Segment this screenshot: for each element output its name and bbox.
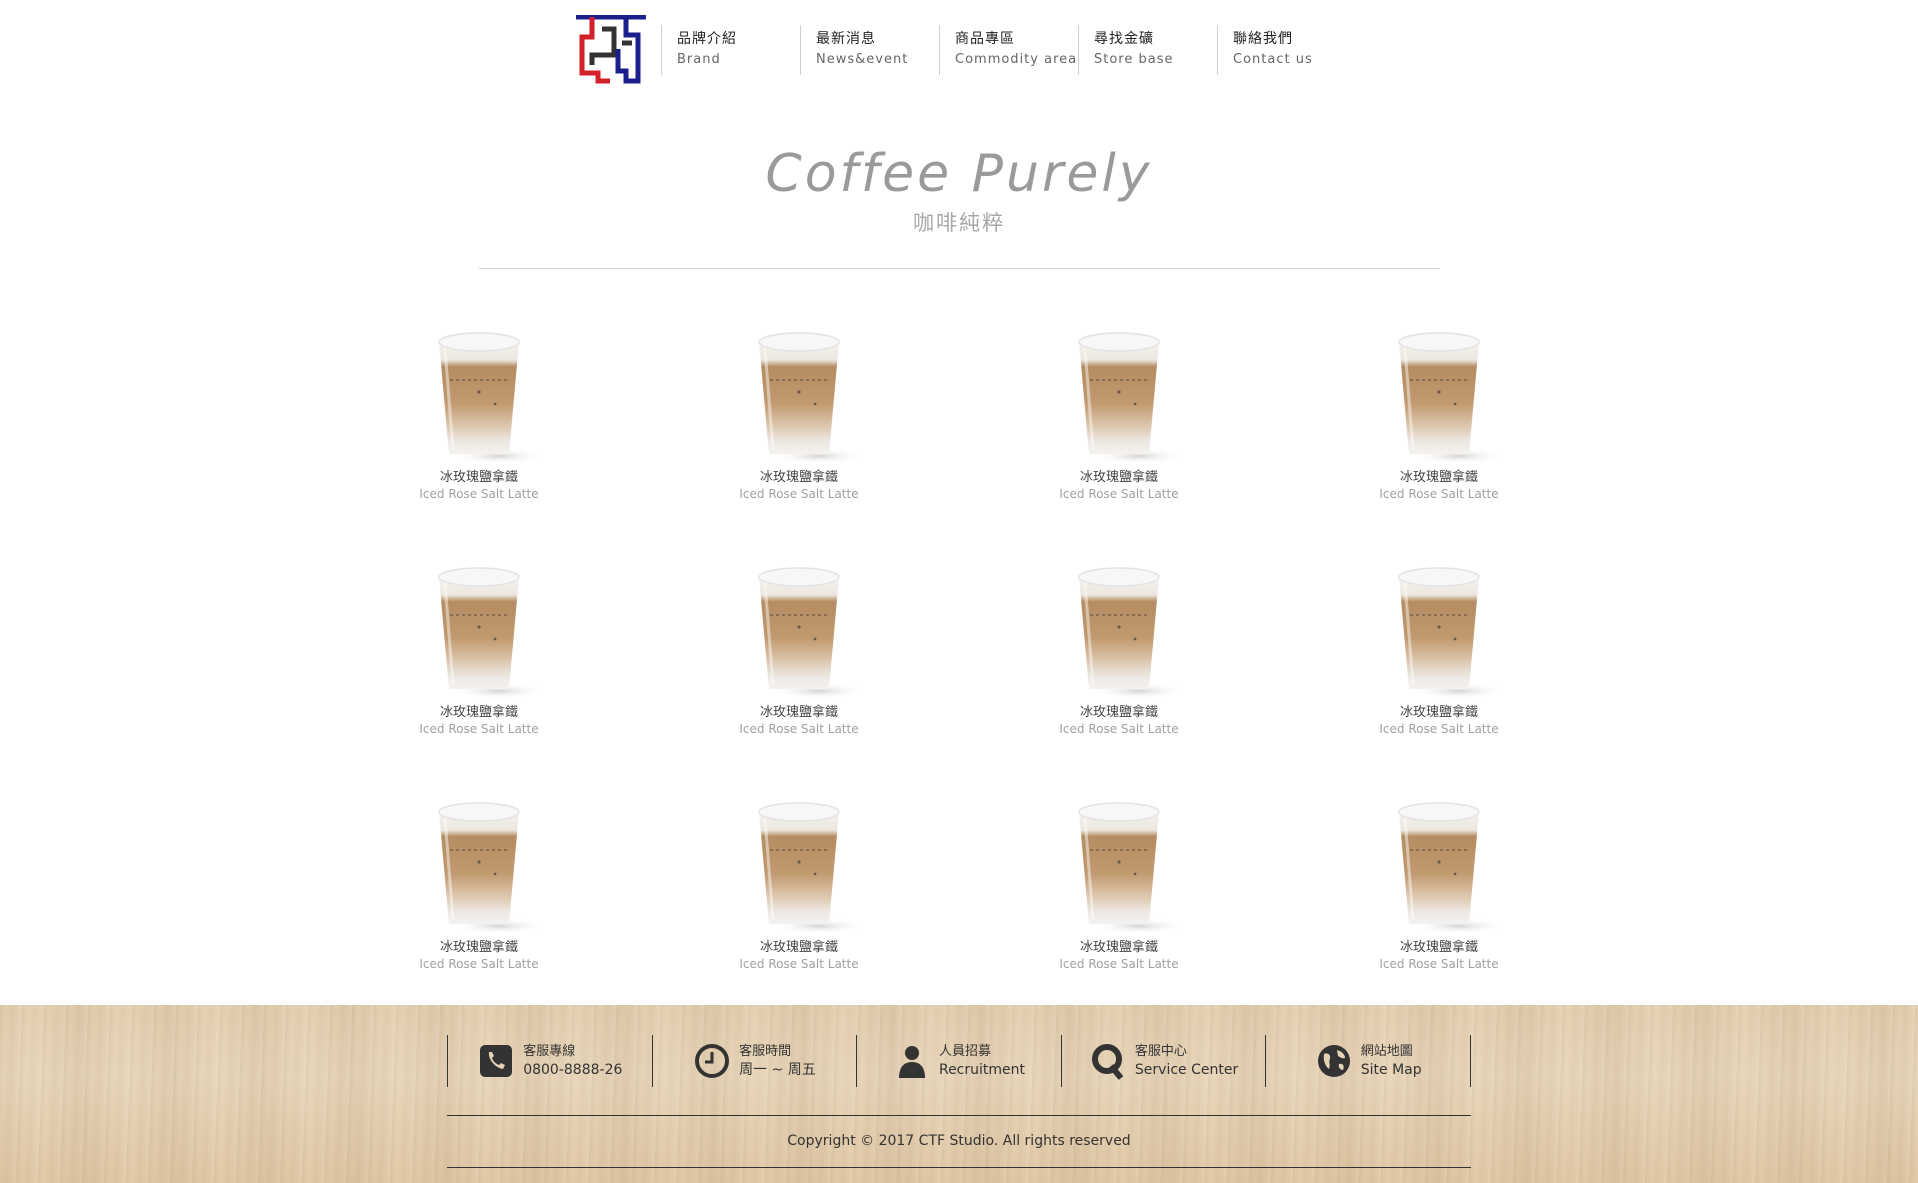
product-card[interactable]: 冰玫瑰鹽拿鐵 Iced Rose Salt Latte — [1039, 788, 1199, 971]
product-name-en: Iced Rose Salt Latte — [1059, 957, 1179, 971]
product-name-en: Iced Rose Salt Latte — [739, 487, 859, 501]
nav-label-en: Brand — [677, 52, 721, 67]
iced-latte-image — [1077, 566, 1189, 701]
product-card[interactable]: 冰玫瑰鹽拿鐵 Iced Rose Salt Latte — [1359, 318, 1519, 501]
product-name-en: Iced Rose Salt Latte — [1379, 487, 1499, 501]
nav-item-store[interactable]: 尋找金礦 Store base — [1078, 25, 1217, 75]
footer-divider — [447, 1115, 1471, 1116]
footer-label: 客服時間 — [739, 1043, 792, 1059]
iced-latte-image — [1077, 331, 1189, 466]
product-name-zh: 冰玫瑰鹽拿鐵 — [439, 470, 518, 485]
footer-item-sitemap[interactable]: 網站地圖 Site Map — [1265, 1035, 1470, 1087]
iced-latte-image — [1397, 566, 1509, 701]
product-name-en: Iced Rose Salt Latte — [739, 957, 859, 971]
footer-value: Recruitment — [938, 1061, 1025, 1078]
nav-label-en: Contact us — [1233, 52, 1313, 67]
product-name-zh: 冰玫瑰鹽拿鐵 — [1399, 940, 1478, 955]
nav-label-en: Store base — [1094, 52, 1174, 67]
product-card[interactable]: 冰玫瑰鹽拿鐵 Iced Rose Salt Latte — [1359, 788, 1519, 971]
iced-latte-image — [1397, 801, 1509, 936]
q-icon — [1091, 1044, 1124, 1080]
title-divider — [479, 268, 1440, 269]
product-name-en: Iced Rose Salt Latte — [1379, 722, 1499, 736]
product-name-zh: 冰玫瑰鹽拿鐵 — [1399, 470, 1478, 485]
iced-latte-image — [437, 566, 549, 701]
iced-latte-image — [437, 331, 549, 466]
ctf-logo-icon[interactable] — [576, 15, 648, 87]
site-footer: 客服專線 0800-8888-26 客服時間 周一 ~ 周五 人員招募 Recr… — [0, 1005, 1918, 1183]
footer-value: Site Map — [1360, 1061, 1422, 1078]
iced-latte-image — [437, 801, 549, 936]
footer-label: 網站地圖 — [1360, 1043, 1413, 1059]
footer-item-hotline[interactable]: 客服專線 0800-8888-26 — [447, 1035, 652, 1087]
product-name-zh: 冰玫瑰鹽拿鐵 — [759, 705, 838, 720]
nav-label-zh: 最新消息 — [816, 31, 876, 47]
nav-item-brand[interactable]: 品牌介紹 Brand — [661, 25, 800, 75]
product-name-zh: 冰玫瑰鹽拿鐵 — [759, 470, 838, 485]
person-icon — [898, 1046, 925, 1078]
product-card[interactable]: 冰玫瑰鹽拿鐵 Iced Rose Salt Latte — [399, 788, 559, 971]
section-title-block: Coffee Purely 咖啡純粹 — [0, 140, 1918, 238]
product-name-en: Iced Rose Salt Latte — [419, 487, 539, 501]
footer-label: 人員招募 — [938, 1043, 991, 1059]
product-card[interactable]: 冰玫瑰鹽拿鐵 Iced Rose Salt Latte — [719, 318, 879, 501]
footer-item-service[interactable]: 客服中心 Service Center — [1060, 1035, 1266, 1087]
nav-label-en: Commodity area — [955, 52, 1078, 67]
footer-links: 客服專線 0800-8888-26 客服時間 周一 ~ 周五 人員招募 Recr… — [447, 1035, 1471, 1087]
nav-label-zh: 聯絡我們 — [1233, 31, 1293, 47]
product-name-en: Iced Rose Salt Latte — [1059, 722, 1179, 736]
product-name-en: Iced Rose Salt Latte — [1059, 487, 1179, 501]
page-subtitle: 咖啡純粹 — [913, 211, 1005, 235]
nav-item-contact[interactable]: 聯絡我們 Contact us — [1217, 25, 1356, 75]
product-card[interactable]: 冰玫瑰鹽拿鐵 Iced Rose Salt Latte — [1359, 553, 1519, 736]
footer-label: 客服專線 — [523, 1043, 576, 1059]
iced-latte-image — [1077, 801, 1189, 936]
product-card[interactable]: 冰玫瑰鹽拿鐵 Iced Rose Salt Latte — [1039, 553, 1199, 736]
footer-value: 0800-8888-26 — [523, 1061, 623, 1078]
product-card[interactable]: 冰玫瑰鹽拿鐵 Iced Rose Salt Latte — [719, 788, 879, 971]
main-nav: 品牌介紹 Brand 最新消息 News&event 商品專區 Commodit… — [661, 25, 1356, 75]
footer-value: 周一 ~ 周五 — [739, 1061, 816, 1078]
product-name-en: Iced Rose Salt Latte — [739, 722, 859, 736]
footer-label: 客服中心 — [1134, 1043, 1187, 1059]
page-title: Coffee Purely — [765, 144, 1153, 204]
copyright-text: Copyright © 2017 CTF Studio. All rights … — [787, 1133, 1131, 1149]
site-header: 品牌介紹 Brand 最新消息 News&event 商品專區 Commodit… — [0, 0, 1918, 100]
product-name-zh: 冰玫瑰鹽拿鐵 — [759, 940, 838, 955]
footer-value: Service Center — [1134, 1061, 1239, 1078]
footer-item-recruitment[interactable]: 人員招募 Recruitment — [856, 1035, 1061, 1087]
nav-label-zh: 品牌介紹 — [677, 31, 737, 47]
clock-icon — [695, 1044, 730, 1078]
product-name-en: Iced Rose Salt Latte — [419, 957, 539, 971]
iced-latte-image — [757, 566, 869, 701]
product-card[interactable]: 冰玫瑰鹽拿鐵 Iced Rose Salt Latte — [719, 553, 879, 736]
product-name-zh: 冰玫瑰鹽拿鐵 — [1079, 470, 1158, 485]
product-name-zh: 冰玫瑰鹽拿鐵 — [439, 705, 518, 720]
product-card[interactable]: 冰玫瑰鹽拿鐵 Iced Rose Salt Latte — [399, 318, 559, 501]
nav-item-commodity[interactable]: 商品專區 Commodity area — [939, 25, 1078, 75]
product-grid: 冰玫瑰鹽拿鐵 Iced Rose Salt Latte 冰玫瑰鹽拿鐵 Iced … — [399, 318, 1519, 971]
product-name-en: Iced Rose Salt Latte — [419, 722, 539, 736]
footer-divider — [447, 1167, 1471, 1168]
iced-latte-image — [1397, 331, 1509, 466]
iced-latte-image — [757, 801, 869, 936]
product-name-zh: 冰玫瑰鹽拿鐵 — [1079, 940, 1158, 955]
nav-label-zh: 商品專區 — [955, 31, 1015, 47]
product-name-zh: 冰玫瑰鹽拿鐵 — [1079, 705, 1158, 720]
product-name-zh: 冰玫瑰鹽拿鐵 — [439, 940, 518, 955]
product-card[interactable]: 冰玫瑰鹽拿鐵 Iced Rose Salt Latte — [399, 553, 559, 736]
product-card[interactable]: 冰玫瑰鹽拿鐵 Iced Rose Salt Latte — [1039, 318, 1199, 501]
nav-label-zh: 尋找金礦 — [1094, 31, 1154, 47]
footer-item-hours[interactable]: 客服時間 周一 ~ 周五 — [651, 1035, 857, 1087]
nav-item-news[interactable]: 最新消息 News&event — [800, 25, 939, 75]
product-name-zh: 冰玫瑰鹽拿鐵 — [1399, 705, 1478, 720]
phone-icon — [480, 1045, 513, 1077]
product-name-en: Iced Rose Salt Latte — [1379, 957, 1499, 971]
globe-icon — [1317, 1045, 1350, 1077]
nav-label-en: News&event — [816, 52, 909, 67]
iced-latte-image — [757, 331, 869, 466]
